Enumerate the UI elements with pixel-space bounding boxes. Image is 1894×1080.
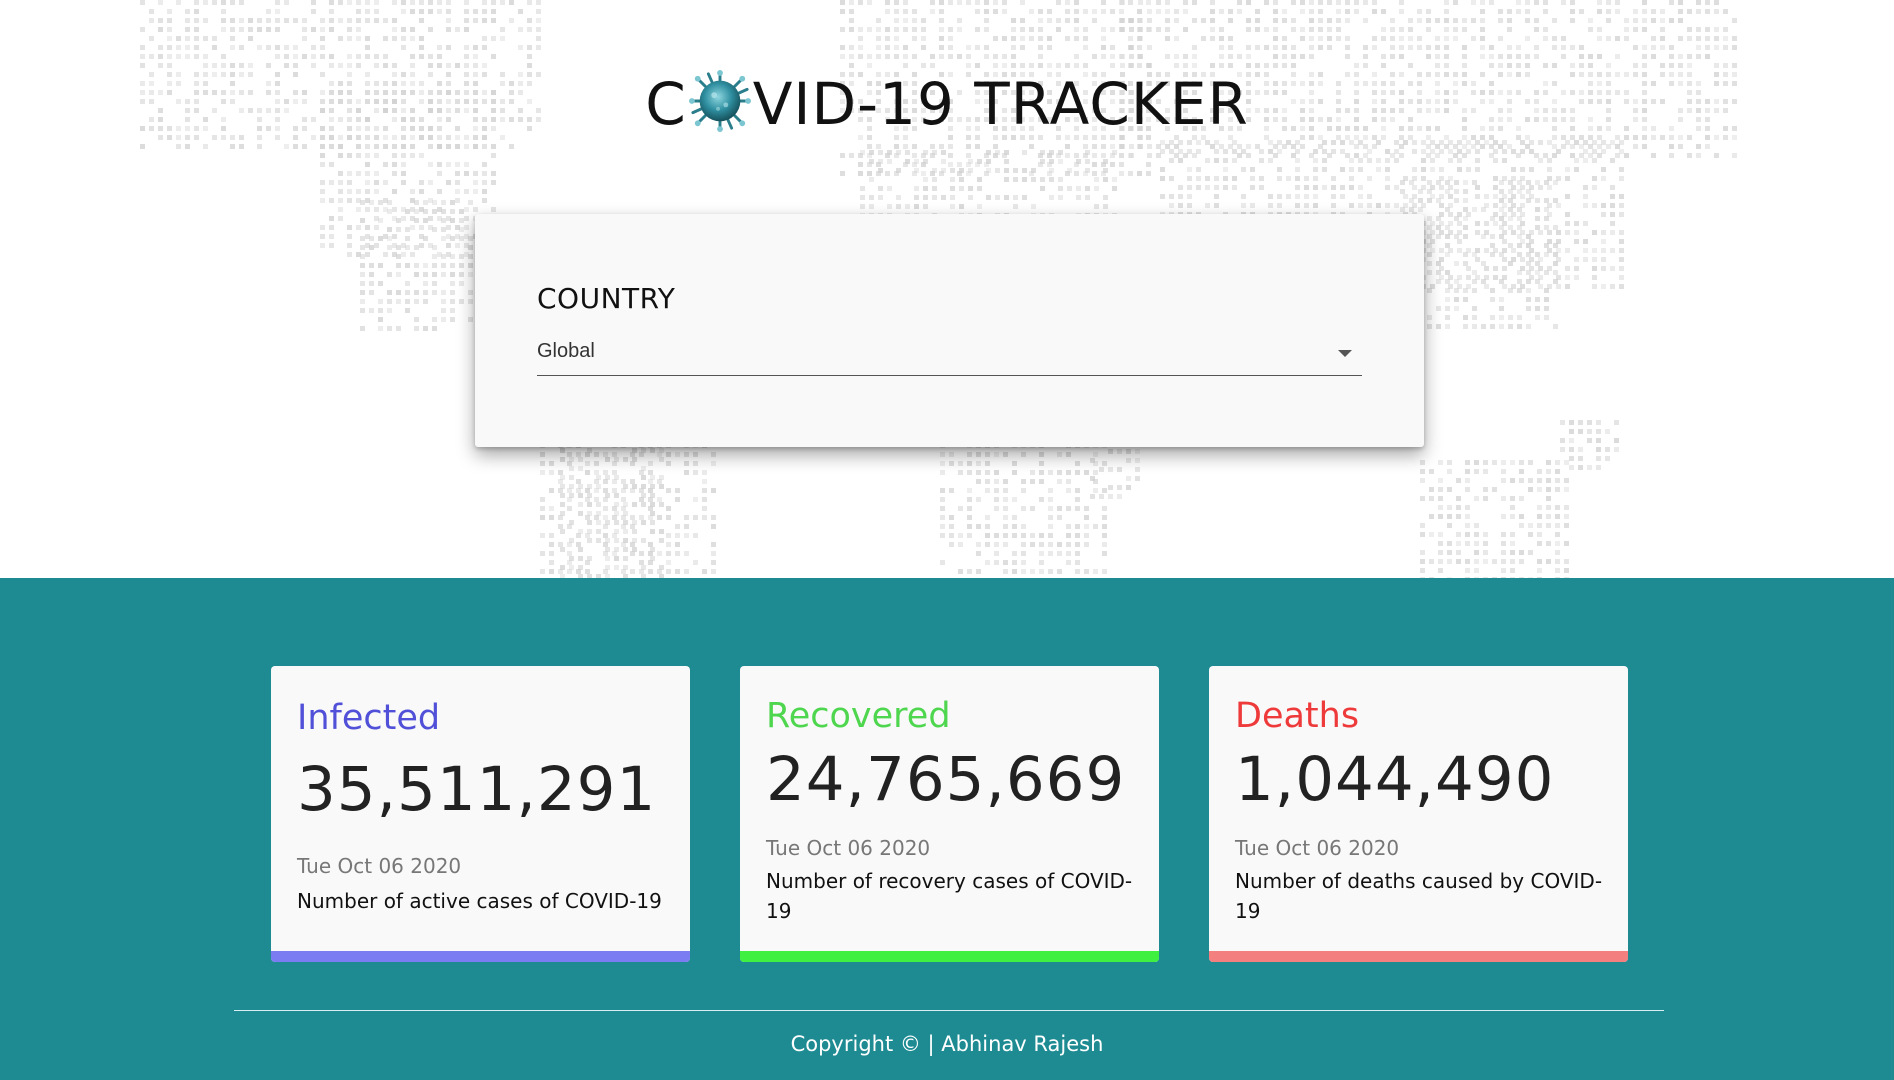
recovered-label: Recovered bbox=[766, 696, 951, 736]
deaths-accent-bar bbox=[1209, 951, 1628, 962]
infected-accent-bar bbox=[271, 951, 690, 962]
title-right: VID-19 TRACKER bbox=[752, 70, 1249, 138]
deaths-count: 1,044,490 bbox=[1235, 744, 1555, 815]
recovered-card: Recovered 24,765,669 Tue Oct 06 2020 Num… bbox=[740, 666, 1159, 962]
country-label: COUNTRY bbox=[537, 282, 676, 315]
footer-copyright: Copyright © | Abhinav Rajesh bbox=[790, 1032, 1104, 1056]
country-picker-card: COUNTRY Global bbox=[475, 214, 1424, 447]
title-left: C bbox=[645, 70, 687, 138]
page-title: C VID-19 TRACKER bbox=[0, 70, 1894, 138]
caret-down-icon bbox=[1338, 350, 1352, 357]
recovered-accent-bar bbox=[740, 951, 1159, 962]
infected-card: Infected 35,511,291 Tue Oct 06 2020 Numb… bbox=[271, 666, 690, 962]
country-select-value: Global bbox=[537, 340, 595, 362]
deaths-description: Number of deaths caused by COVID-19 bbox=[1235, 869, 1603, 923]
recovered-count: 24,765,669 bbox=[766, 744, 1126, 815]
footer-divider bbox=[234, 1010, 1664, 1011]
coronavirus-icon bbox=[688, 70, 751, 132]
infected-description: Number of active cases of COVID-19 bbox=[297, 889, 662, 913]
recovered-date: Tue Oct 06 2020 bbox=[766, 836, 931, 860]
recovered-description: Number of recovery cases of COVID-19 bbox=[766, 869, 1133, 923]
stats-section: Infected 35,511,291 Tue Oct 06 2020 Numb… bbox=[0, 578, 1894, 1080]
country-select[interactable]: Global bbox=[537, 336, 1362, 376]
infected-date: Tue Oct 06 2020 bbox=[297, 854, 462, 878]
deaths-label: Deaths bbox=[1235, 696, 1360, 736]
infected-count: 35,511,291 bbox=[297, 754, 657, 825]
hero-section: C VID-19 TRACKER COUNTRY Global bbox=[0, 0, 1894, 578]
infected-label: Infected bbox=[297, 698, 441, 738]
deaths-date: Tue Oct 06 2020 bbox=[1235, 836, 1400, 860]
deaths-card: Deaths 1,044,490 Tue Oct 06 2020 Number … bbox=[1209, 666, 1628, 962]
